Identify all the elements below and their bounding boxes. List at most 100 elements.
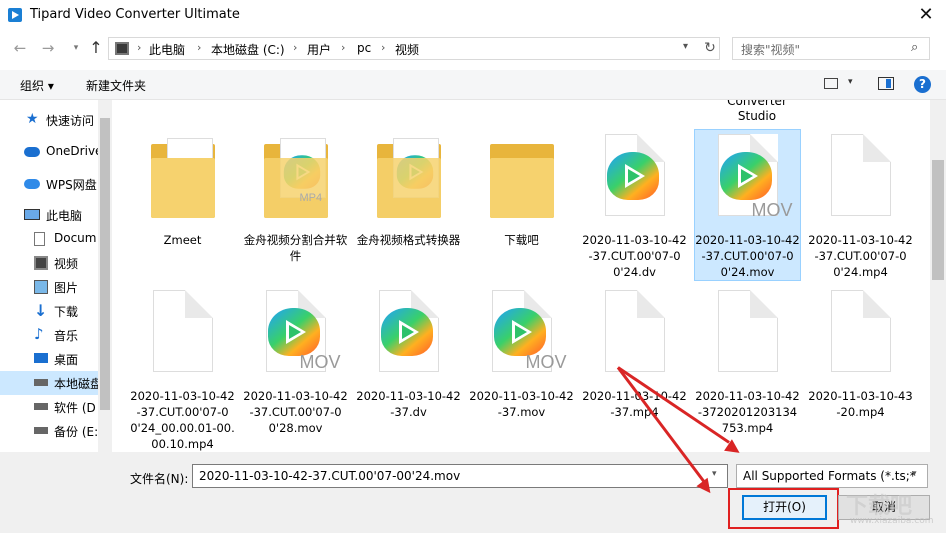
file-item-mp4[interactable]: 2020-11-03-10-42-37.CUT.00'07-00'24_00.0… xyxy=(130,286,235,452)
sidebar-item-drive-e[interactable]: 备份 (E: xyxy=(0,419,98,443)
breadcrumb-item[interactable]: pc xyxy=(357,41,371,55)
filename-history-chevron-icon[interactable]: ▾ xyxy=(712,469,717,479)
sidebar-item-label: 图片 xyxy=(54,281,79,295)
music-icon: ♪ xyxy=(34,325,44,343)
file-item-mp4[interactable]: 2020-11-03-10-42-3720201203134753.mp4 xyxy=(695,286,800,436)
desktop-icon xyxy=(34,353,48,363)
sidebar-item-label: 备份 (E: xyxy=(54,425,98,439)
file-item-video[interactable]: 2020-11-03-10-42-37.CUT.00'07-00'24.dv xyxy=(582,130,687,280)
sidebar-item-videos[interactable]: 视频 xyxy=(0,251,98,275)
video-file-icon xyxy=(585,130,685,226)
file-item-video-selected[interactable]: MOV 2020-11-03-10-42-37.CUT.00'07-00'24.… xyxy=(694,129,801,281)
file-name: 2020-11-03-10-42-37.CUT.00'07-00'24_00.0… xyxy=(130,389,235,451)
sidebar-item-onedrive[interactable]: OneDrive xyxy=(0,140,98,164)
file-item-folder[interactable]: 下载吧 xyxy=(469,130,574,248)
forward-arrow-icon[interactable]: → xyxy=(38,38,58,58)
sidebar-item-downloads[interactable]: ↓ 下载 xyxy=(0,299,98,323)
file-name: Zmeet xyxy=(163,233,202,247)
star-icon: ★ xyxy=(26,111,39,127)
window-title: Tipard Video Converter Ultimate xyxy=(30,7,240,22)
file-name: 2020-11-03-10-42-37.CUT.00'07-00'24.mp4 xyxy=(808,233,913,279)
filename-input[interactable] xyxy=(192,464,728,488)
file-extension-badge: MOV xyxy=(525,352,567,372)
sidebar-item-local-disk-c[interactable]: 本地磁盘 xyxy=(0,371,98,395)
blank-file-icon xyxy=(133,286,233,382)
blank-file-icon xyxy=(811,286,911,382)
cloud-icon xyxy=(24,179,40,189)
file-item-folder[interactable]: Zmeet xyxy=(130,130,235,248)
file-item-mp4[interactable]: 2020-11-03-10-42-37.mp4 xyxy=(582,286,687,420)
file-type-select[interactable]: All Supported Formats (*.ts;* xyxy=(736,464,928,488)
close-button[interactable]: ✕ xyxy=(906,0,946,30)
sidebar-item-desktop[interactable]: 桌面 xyxy=(0,347,98,371)
video-icon xyxy=(34,256,48,270)
recent-locations-chevron-icon[interactable]: ▾ xyxy=(66,38,86,58)
search-input[interactable]: 搜索"视频" ⌕ xyxy=(732,37,930,60)
breadcrumb-separator-icon: › xyxy=(381,41,386,54)
drive-icon xyxy=(34,403,48,410)
video-file-icon: MOV xyxy=(246,286,346,382)
sidebar-item-documents[interactable]: Docum xyxy=(0,227,98,251)
picture-icon xyxy=(34,280,48,294)
search-icon[interactable]: ⌕ xyxy=(911,40,918,55)
file-item-mp4[interactable]: 2020-11-03-10-42-37.CUT.00'07-00'24.mp4 xyxy=(808,130,913,280)
folder-icon xyxy=(133,130,233,226)
sidebar-item-wps-drive[interactable]: WPS网盘 xyxy=(0,172,98,196)
folder-icon: MP4 xyxy=(246,130,346,226)
preview-pane-icon[interactable] xyxy=(878,77,894,90)
sidebar-item-label: OneDrive xyxy=(46,144,98,158)
breadcrumb-separator-icon: › xyxy=(293,41,298,54)
up-arrow-icon[interactable]: ↑ xyxy=(86,38,106,58)
view-dropdown-chevron-icon[interactable]: ▾ xyxy=(848,77,853,87)
folder-icon xyxy=(472,130,572,226)
sidebar-item-pictures[interactable]: 图片 xyxy=(0,275,98,299)
document-icon xyxy=(34,232,45,246)
file-list-scrollbar-thumb[interactable] xyxy=(932,160,944,280)
file-extension-badge: MP4 xyxy=(299,192,323,204)
view-mode-icon[interactable] xyxy=(824,78,838,89)
address-dropdown-chevron-icon[interactable]: ▾ xyxy=(683,41,688,52)
new-folder-button[interactable]: 新建文件夹 xyxy=(86,77,146,94)
file-item-video[interactable]: 2020-11-03-10-42-37.dv xyxy=(356,286,461,420)
file-name: 金舟视频分割合并软件 xyxy=(243,233,348,263)
file-item-video[interactable]: MOV 2020-11-03-10-42-37.mov xyxy=(469,286,574,420)
file-name: 2020-11-03-10-42-37.dv xyxy=(356,389,461,419)
toolbar: 组织 ▾ 新建文件夹 ▾ ? xyxy=(0,70,946,100)
blank-file-icon xyxy=(698,286,798,382)
file-type-chevron-icon[interactable]: ▾ xyxy=(912,469,917,479)
sidebar-item-label: 音乐 xyxy=(54,329,79,343)
organize-menu-button[interactable]: 组织 ▾ xyxy=(20,77,54,94)
breadcrumb-item[interactable]: 本地磁盘 (C:) xyxy=(211,41,285,58)
breadcrumb-separator-icon: › xyxy=(137,41,142,54)
open-button[interactable]: 打开(O) xyxy=(742,495,827,520)
file-extension-badge: MOV xyxy=(299,352,341,372)
computer-icon xyxy=(24,209,40,220)
download-icon: ↓ xyxy=(34,301,48,320)
file-item-folder[interactable]: 金舟视频格式转换器 xyxy=(356,130,461,248)
refresh-icon[interactable]: ↻ xyxy=(700,38,720,58)
sidebar-item-label: 桌面 xyxy=(54,353,79,367)
file-item-video[interactable]: MOV 2020-11-03-10-42-37.CUT.00'07-00'28.… xyxy=(243,286,348,436)
sidebar-item-label: 视频 xyxy=(54,257,79,271)
file-item-folder[interactable]: MP4 金舟视频分割合并软件 xyxy=(243,130,348,264)
cut-off-item-label: Converter Studio xyxy=(727,100,787,123)
sidebar-item-label: 此电脑 xyxy=(46,209,83,223)
sidebar-item-quick-access[interactable]: ★ 快速访问 xyxy=(0,108,98,132)
breadcrumb-item[interactable]: 此电脑 xyxy=(149,41,185,58)
breadcrumb-item[interactable]: 视频 xyxy=(395,41,419,58)
help-icon[interactable]: ? xyxy=(914,76,931,93)
sidebar-scrollbar-thumb[interactable] xyxy=(100,118,110,410)
search-placeholder: 搜索"视频" xyxy=(741,43,801,57)
file-item-mp4[interactable]: 2020-11-03-10-43-20.mp4 xyxy=(808,286,913,420)
back-arrow-icon[interactable]: ← xyxy=(10,38,30,58)
file-list: Converter Studio Zmeet MP4 金舟视频分割合并软件 金舟… xyxy=(112,100,930,452)
file-name: 2020-11-03-10-42-37.CUT.00'07-00'24.dv xyxy=(582,233,687,279)
video-file-icon: MOV xyxy=(698,130,798,226)
sidebar-item-this-pc[interactable]: 此电脑 xyxy=(0,203,98,227)
address-bar[interactable]: › 此电脑 › 本地磁盘 (C:) › 用户 › pc › 视频 ▾ xyxy=(108,37,720,60)
sidebar-item-music[interactable]: ♪ 音乐 xyxy=(0,323,98,347)
sidebar-item-drive-d[interactable]: 软件 (D xyxy=(0,395,98,419)
video-file-icon xyxy=(359,286,459,382)
folder-location-icon xyxy=(115,42,129,55)
breadcrumb-item[interactable]: 用户 xyxy=(307,41,331,58)
